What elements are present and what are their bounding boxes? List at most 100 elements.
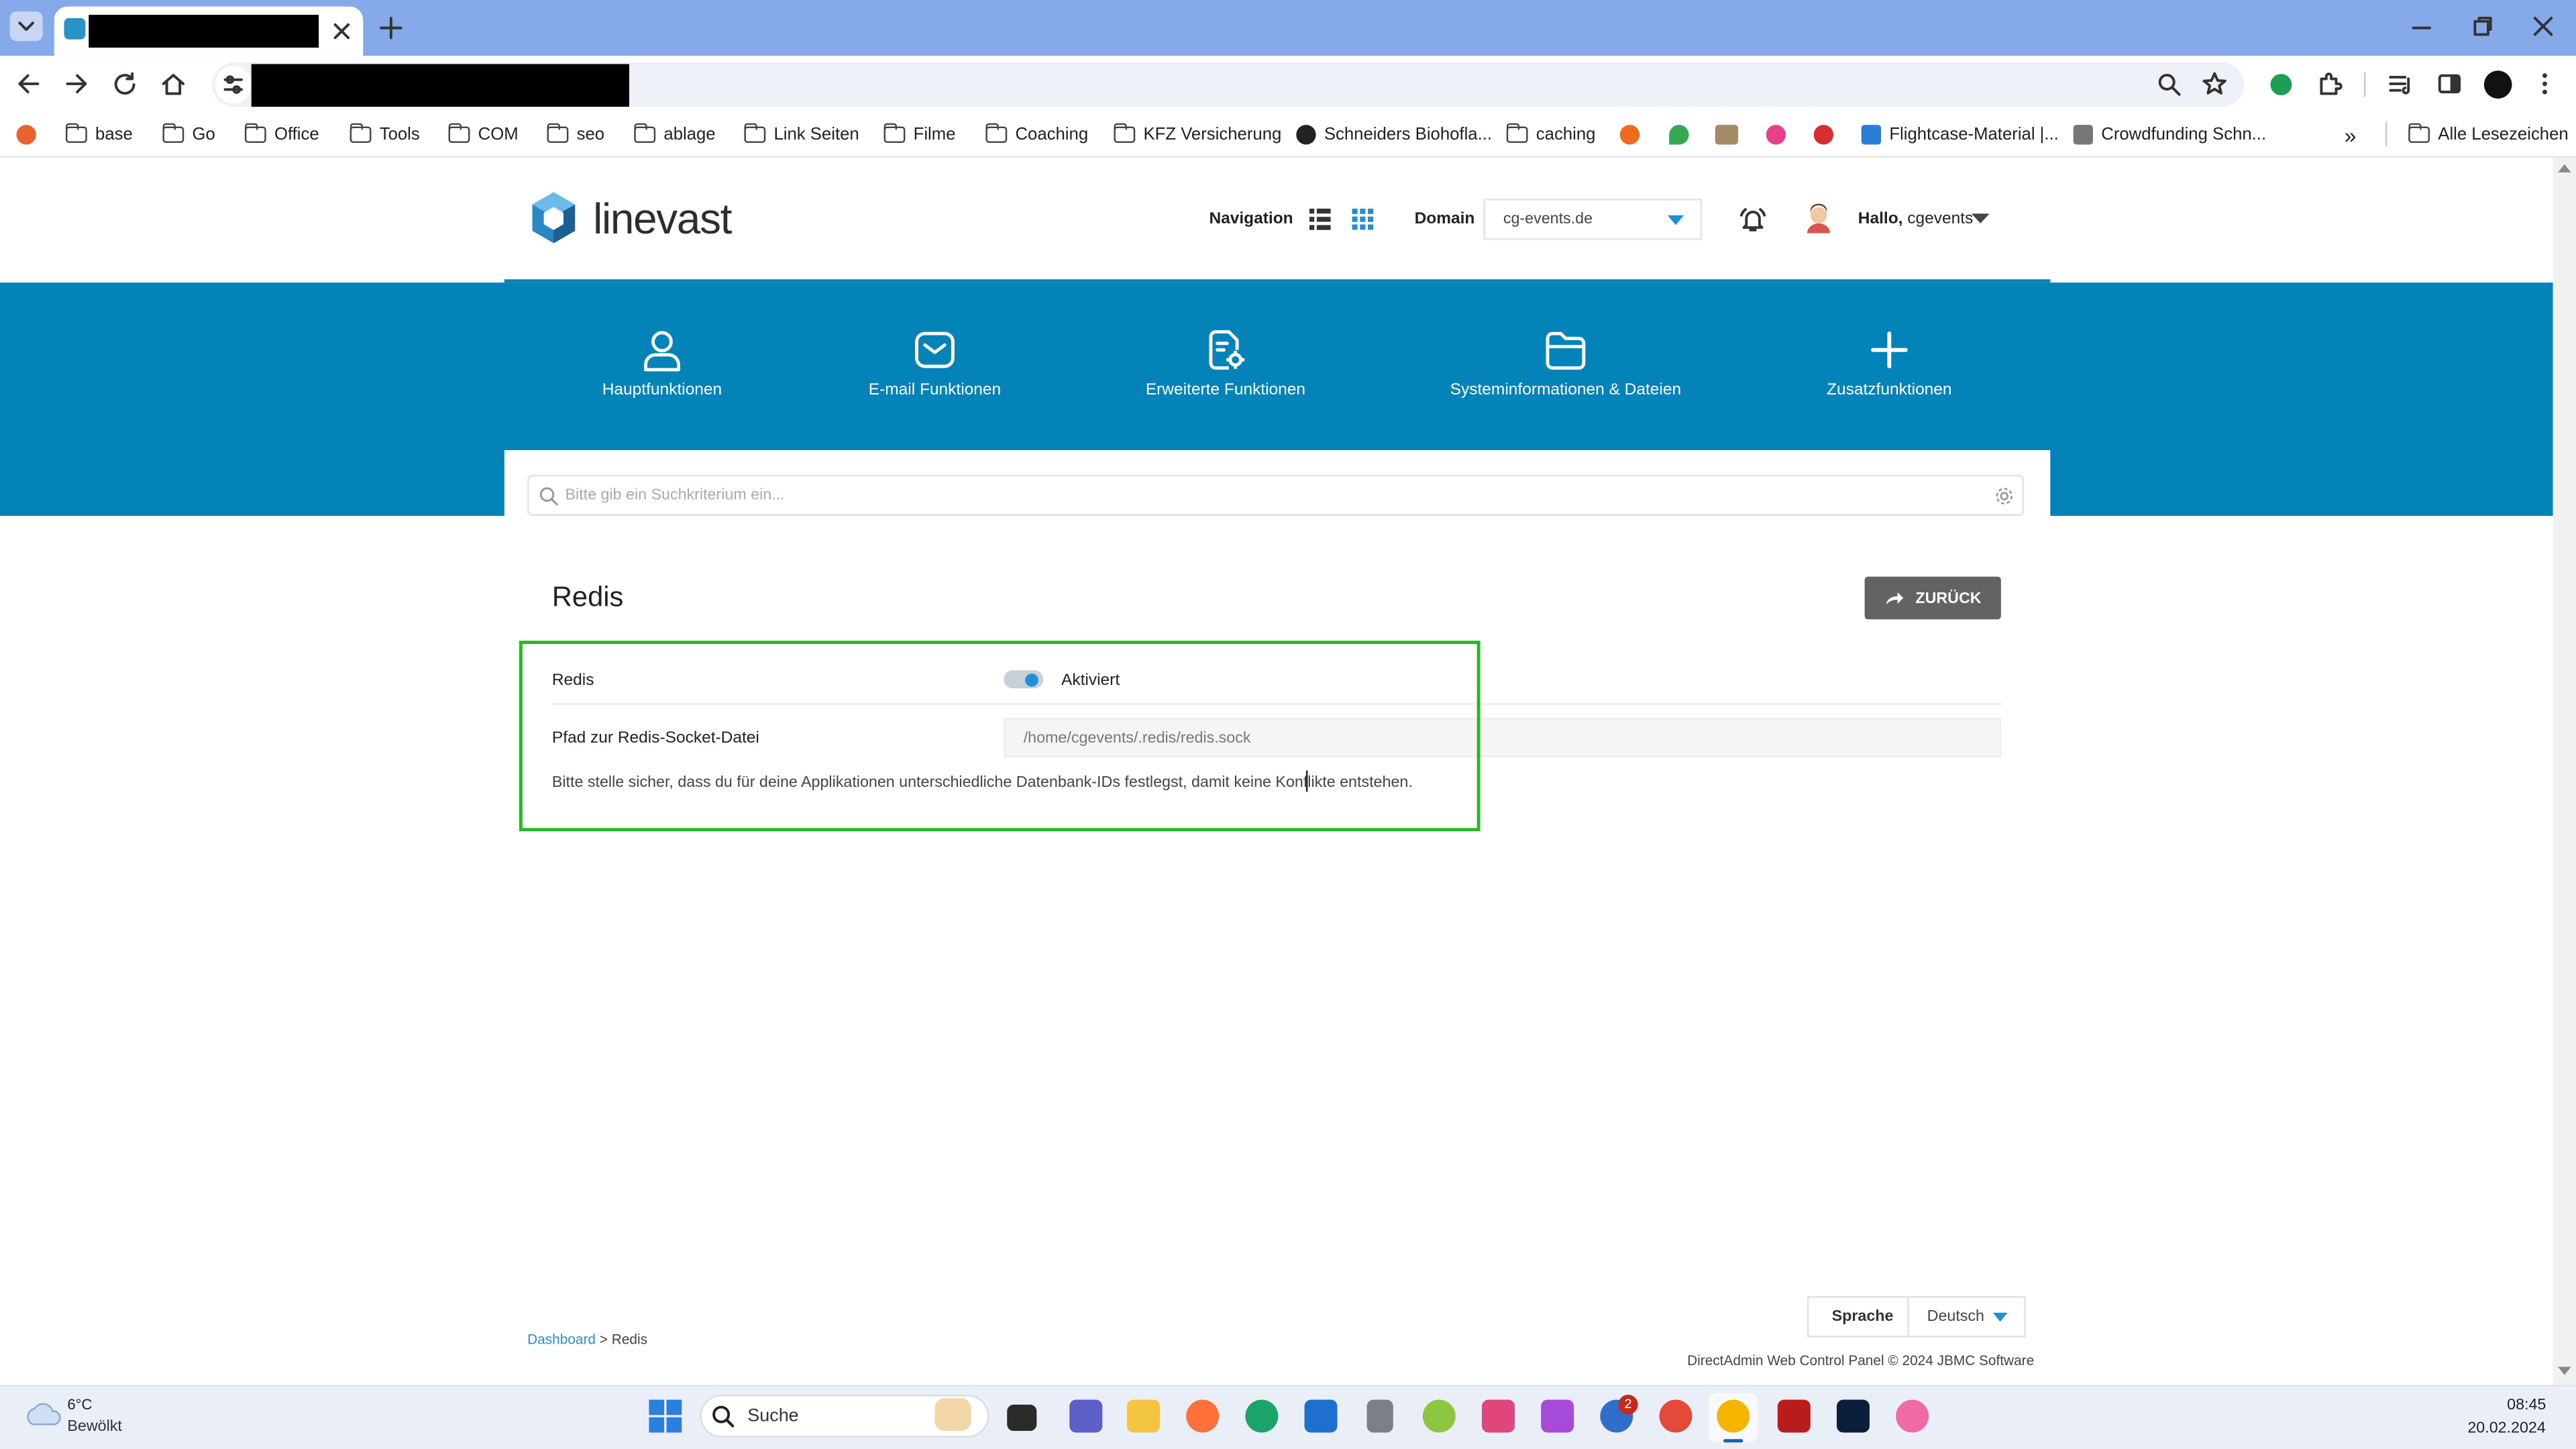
home-icon[interactable] [160,70,188,99]
dropdown-arrow-icon [1667,215,1684,225]
bookmark-orange-icon[interactable] [1619,125,1640,145]
page-scrollbar[interactable] [2553,158,2576,1385]
forward-arrow-icon[interactable] [62,70,92,97]
bookmark-filme[interactable]: Filme [883,122,956,146]
caret-down-icon[interactable] [1971,213,1990,225]
tab-list-button[interactable] [9,11,43,42]
new-tab-icon[interactable] [378,15,404,41]
file-explorer-icon[interactable] [1127,1399,1160,1433]
bookmark-caching[interactable]: caching [1505,122,1595,146]
site-info-button[interactable] [215,65,252,104]
user-greeting[interactable]: Hallo, cgevents [1858,210,1974,228]
bookmark-base[interactable]: base [64,122,133,146]
clock-time[interactable]: 08:45 [2507,1397,2546,1415]
bookmark-ablage[interactable]: ablage [633,122,716,146]
bookmark-biohof[interactable]: Schneiders Biohofla... [1296,123,1492,146]
highlight-frame [519,641,1481,832]
weather-temperature: 6°C [67,1396,93,1413]
folder-icon [1113,122,1136,144]
back-arrow-icon[interactable] [15,70,44,97]
calculator-icon[interactable] [1366,1399,1393,1433]
app-colorful-icon[interactable] [1541,1399,1574,1433]
breadcrumb-dashboard-link[interactable]: Dashboard [527,1331,596,1347]
zoom-icon[interactable] [2157,72,2182,97]
store-icon[interactable] [1304,1399,1338,1433]
filezilla-icon[interactable] [1777,1399,1811,1433]
media-queue-icon[interactable] [2387,70,2413,97]
user-avatar-icon[interactable] [1804,203,1833,233]
chrome-active-icon[interactable] [1717,1399,1750,1433]
bookmark-seo[interactable]: seo [546,122,604,146]
bookmark-go[interactable]: Go [162,122,215,146]
scroll-up-icon[interactable] [2558,162,2571,173]
user-icon [644,331,680,372]
more-vertical-icon[interactable] [2535,70,2555,97]
bookmark-kfz[interactable]: KFZ Versicherung [1113,122,1281,146]
nav-systeminformationen[interactable]: Systeminformationen & Dateien [1434,329,1697,399]
bookmark-com[interactable]: COM [447,122,519,146]
chrome-icon[interactable] [1659,1399,1693,1433]
task-view-icon[interactable] [1007,1404,1037,1432]
bookmark-colorful-icon[interactable] [1766,125,1786,145]
grid-view-icon[interactable] [1352,209,1374,230]
site-icon [1861,125,1882,145]
bookmark-crowdfunding[interactable]: Crowdfunding Schn... [2073,123,2266,146]
duckduckgo-icon[interactable] [16,125,36,145]
folder-icon [244,122,266,144]
extensions-puzzle-icon[interactable] [2316,70,2343,97]
active-tab[interactable] [54,6,364,56]
all-bookmarks[interactable]: Alle Lesezeichen [2408,122,2569,146]
cloud-weather-icon[interactable] [23,1400,62,1426]
firefox-icon[interactable] [1186,1399,1220,1433]
edge-icon[interactable] [1245,1399,1279,1433]
nav-email-funktionen[interactable]: E-mail Funktionen [853,329,1017,399]
reload-icon[interactable] [112,70,140,99]
restore-icon[interactable] [2471,15,2493,38]
bookmark-flightcase[interactable]: Flightcase-Material |... [1861,123,2059,146]
list-view-icon[interactable] [1309,209,1331,230]
chevron-down-icon [18,21,34,32]
content-card [504,450,2051,1385]
notification-badge: 2 [1618,1395,1638,1415]
bookmark-link-seiten[interactable]: Link Seiten [743,122,859,146]
clock-date[interactable]: 20.02.2024 [2467,1419,2545,1438]
windows-start-icon[interactable] [649,1399,682,1433]
settings-gear-icon[interactable] [1994,486,2014,506]
search-placeholder: Bitte gib ein Suchkriterium ein... [565,486,785,504]
google-maps-icon[interactable] [1669,125,1689,145]
teams-icon[interactable] [1069,1399,1103,1433]
bookmark-tools[interactable]: Tools [349,122,420,146]
bookmark-star-icon[interactable] [2202,70,2228,97]
app-multicolor-icon[interactable] [1896,1399,1929,1433]
bookmark-coaching[interactable]: Coaching [985,122,1088,146]
minimize-icon[interactable] [2410,16,2433,39]
scroll-down-icon[interactable] [2558,1366,2571,1377]
profile-avatar[interactable] [2483,70,2512,99]
nav-hauptfunktionen[interactable]: Hauptfunktionen [580,329,744,399]
bookmarks-overflow[interactable]: » [2345,122,2357,147]
folder-icon [985,122,1008,144]
app-green-icon[interactable] [1422,1399,1456,1433]
language-value[interactable]: Deutsch [1927,1307,1984,1326]
bookmark-red-icon[interactable] [1813,125,1834,145]
nav-erweiterte-funktionen[interactable]: Erweiterte Funktionen [1127,329,1324,399]
back-button[interactable]: ZURÜCK [1864,576,2001,620]
bookmark-office[interactable]: Office [244,122,319,146]
logo[interactable]: linevast [527,191,732,246]
folder-icon [1505,122,1528,144]
domain-select[interactable]: cg-events.de [1483,199,1703,240]
window-close-icon[interactable] [2532,15,2555,38]
extension-green-icon[interactable] [2270,74,2292,96]
side-panel-icon[interactable] [2436,70,2463,97]
nav-zusatzfunktionen[interactable]: Zusatzfunktionen [1807,329,1972,399]
search-icon [712,1405,735,1428]
app-pink-icon[interactable] [1481,1399,1515,1433]
language-divider [1907,1296,1909,1338]
close-icon[interactable] [330,19,353,42]
tab-title-redacted [89,15,319,48]
language-dropdown-icon[interactable] [1992,1312,2008,1323]
bookmark-image-icon[interactable] [1715,125,1739,145]
breadcrumb: Dashboard > Redis [527,1330,648,1348]
photoshop-icon[interactable] [1836,1399,1870,1433]
notification-bell-icon[interactable] [1738,205,1768,233]
